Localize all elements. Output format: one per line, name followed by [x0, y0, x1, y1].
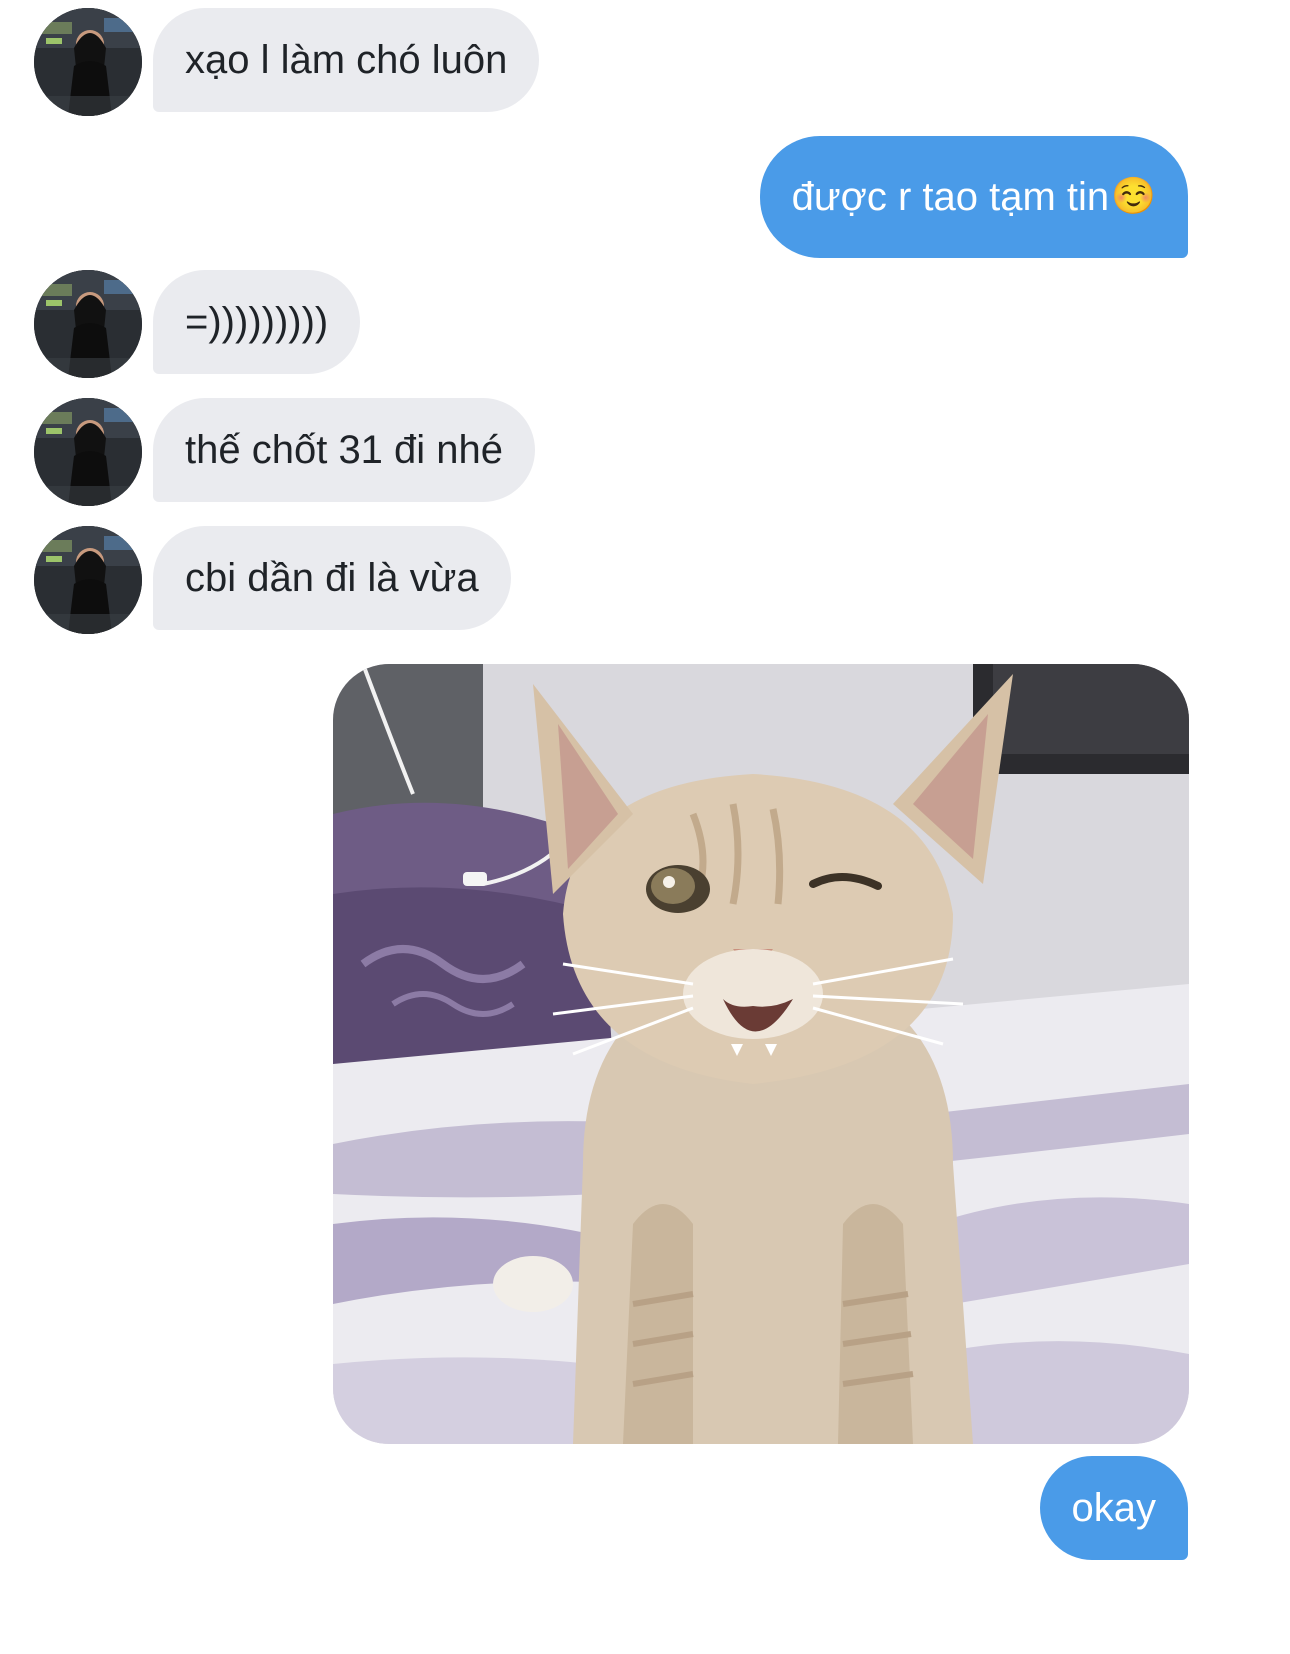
chat-thread: xạo l làm chó luôn được r tao tạm tin ☺️ … — [0, 0, 1290, 1654]
avatar-photo-icon — [34, 526, 142, 634]
user-avatar[interactable] — [34, 526, 142, 634]
image-message[interactable] — [333, 664, 1189, 1444]
message-bubble[interactable]: được r tao tạm tin ☺️ — [759, 136, 1188, 258]
user-avatar[interactable] — [34, 398, 142, 506]
message-bubble[interactable]: okay — [1039, 1456, 1188, 1560]
message-bubble[interactable]: =))))))))) — [153, 270, 361, 374]
message-text: được r tao tạm tin — [791, 175, 1110, 219]
message-bubble[interactable]: thế chốt 31 đi nhé — [153, 398, 536, 502]
message-text: xạo l làm chó luôn — [185, 38, 508, 82]
avatar-photo-icon — [34, 8, 142, 116]
kitten-photo-icon — [333, 664, 1189, 1444]
message-text: =))))))))) — [185, 300, 329, 344]
smiling-face-emoji-icon: ☺️ — [1111, 176, 1156, 217]
avatar-photo-icon — [34, 270, 142, 378]
message-text: thế chốt 31 đi nhé — [185, 428, 504, 472]
user-avatar[interactable] — [34, 270, 142, 378]
avatar-photo-icon — [34, 398, 142, 506]
message-text: okay — [1071, 1486, 1157, 1530]
user-avatar[interactable] — [34, 8, 142, 116]
message-bubble[interactable]: cbi dần đi là vừa — [153, 526, 511, 630]
message-bubble[interactable]: xạo l làm chó luôn — [153, 8, 540, 112]
message-text: cbi dần đi là vừa — [185, 556, 479, 600]
